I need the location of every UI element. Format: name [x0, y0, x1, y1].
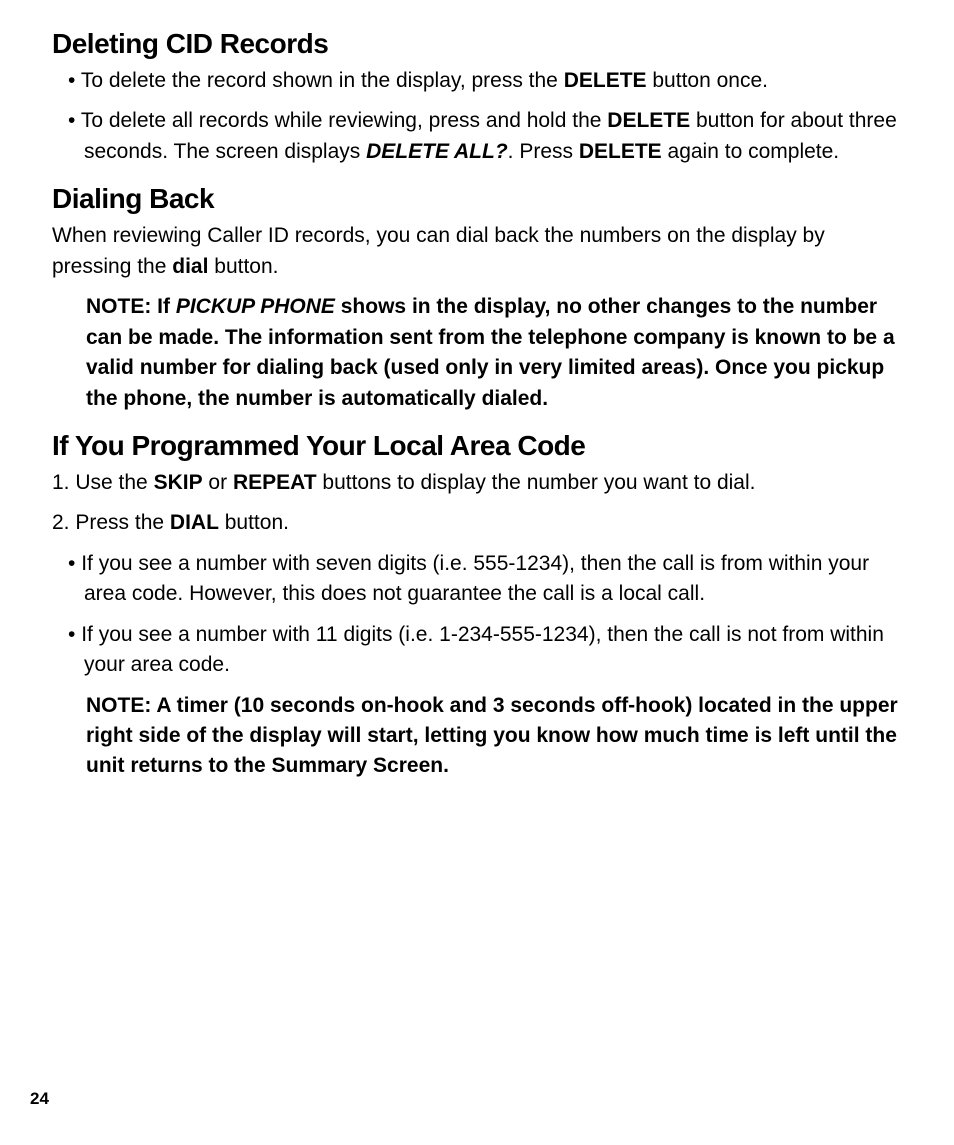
section-heading: If You Programmed Your Local Area Code — [52, 430, 902, 462]
section-heading: Deleting CID Records — [52, 28, 902, 60]
text-run: NOTE: A timer (10 seconds on-hook and 3 … — [86, 694, 898, 778]
bullet-item: If you see a number with seven digits (i… — [52, 549, 902, 610]
text-run: DIAL — [170, 511, 219, 534]
text-run: or — [203, 471, 233, 494]
text-run: again to complete. — [662, 140, 839, 163]
list-number: 1. — [52, 471, 75, 494]
list-number: 2. — [52, 511, 75, 534]
bullet-item: To delete the record shown in the displa… — [52, 66, 902, 96]
text-run: buttons to display the number you want t… — [317, 471, 756, 494]
page-number: 24 — [30, 1089, 49, 1109]
text-run: DELETE — [579, 140, 662, 163]
numbered-item: 1. Use the SKIP or REPEAT buttons to dis… — [52, 468, 902, 498]
text-run: button once. — [647, 69, 768, 92]
text-run: DELETE — [607, 109, 690, 132]
text-run: DELETE — [564, 69, 647, 92]
text-run: NOTE: If — [86, 295, 176, 318]
bullet-item: If you see a number with 11 digits (i.e.… — [52, 620, 902, 681]
section-heading: Dialing Back — [52, 183, 902, 215]
text-run: . Press — [508, 140, 579, 163]
note-block: NOTE: If PICKUP PHONE shows in the displ… — [86, 292, 902, 414]
page-content: Deleting CID Records To delete the record… — [52, 28, 902, 782]
numbered-item: 2. Press the DIAL button. — [52, 508, 902, 538]
text-run: When reviewing Caller ID records, you ca… — [52, 224, 825, 277]
bullet-item: To delete all records while reviewing, p… — [52, 106, 902, 167]
section: If You Programmed Your Local Area Code 1.… — [52, 430, 902, 782]
document-page: Deleting CID Records To delete the record… — [0, 0, 954, 1145]
text-run: button. — [208, 255, 278, 278]
text-run: If you see a number with seven digits (i… — [81, 552, 869, 605]
text-run: To delete the record shown in the displa… — [81, 69, 564, 92]
text-run: DELETE ALL? — [366, 140, 508, 163]
text-run: dial — [172, 255, 208, 278]
text-run: SKIP — [154, 471, 203, 494]
text-run: Press the — [75, 511, 170, 534]
paragraph: When reviewing Caller ID records, you ca… — [52, 221, 902, 282]
text-run: REPEAT — [233, 471, 317, 494]
text-run: If you see a number with 11 digits (i.e.… — [81, 623, 884, 676]
text-run: button. — [219, 511, 289, 534]
text-run: Use the — [75, 471, 153, 494]
text-run: To delete all records while reviewing, p… — [81, 109, 607, 132]
section: Dialing Back When reviewing Caller ID rec… — [52, 183, 902, 414]
text-run: PICKUP PHONE — [176, 295, 335, 318]
section: Deleting CID Records To delete the record… — [52, 28, 902, 167]
note-block: NOTE: A timer (10 seconds on-hook and 3 … — [86, 691, 902, 782]
